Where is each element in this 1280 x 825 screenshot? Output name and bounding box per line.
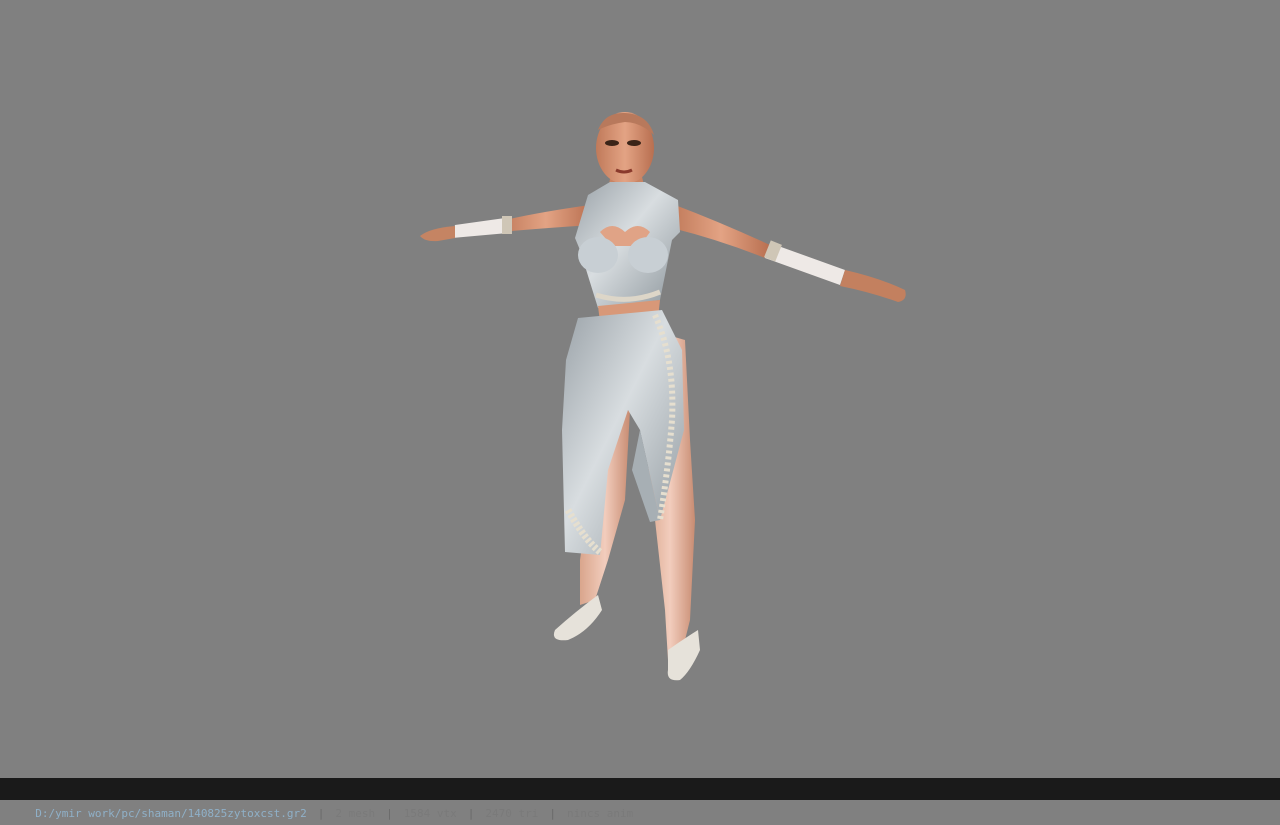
file-path: D:/ymir work/pc/shaman/140825zytoxcst.gr…: [35, 807, 307, 820]
separator: |: [467, 807, 475, 820]
triangle-count: 2470 tri: [485, 807, 539, 820]
vertex-count: 1584 vtx: [403, 807, 457, 820]
character-model: [420, 112, 906, 681]
mesh-count: 2 mesh: [335, 807, 376, 820]
head: [596, 112, 654, 184]
bodice: [575, 182, 680, 308]
3d-viewport[interactable]: [0, 0, 1280, 778]
separator: |: [317, 807, 325, 820]
separator: |: [549, 807, 556, 820]
left-arm: [420, 205, 592, 242]
animation-status: nincs anim: [567, 807, 634, 820]
right-arm: [672, 205, 906, 302]
separator: |: [386, 807, 393, 820]
status-bar: D:/ymir work/pc/shaman/140825zytoxcst.gr…: [0, 778, 1280, 820]
